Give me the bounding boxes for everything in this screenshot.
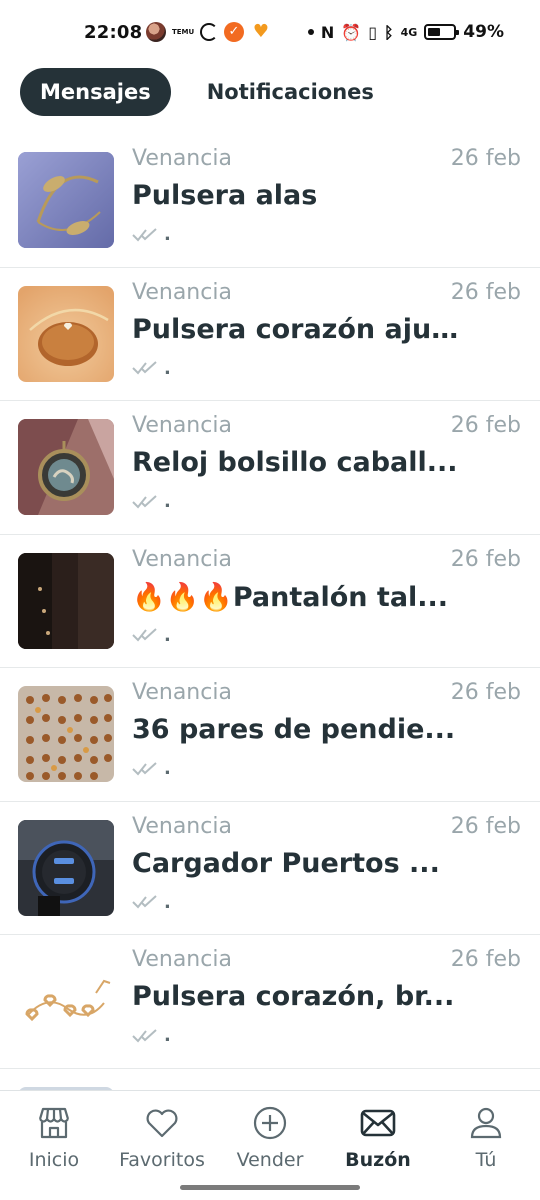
plus-circle-icon bbox=[253, 1106, 287, 1140]
nav-item-tu[interactable]: Tú bbox=[432, 1103, 540, 1171]
status-system-icons: N ⏰ ▯ ᛒ 4G 49% bbox=[307, 22, 504, 42]
store-icon bbox=[38, 1107, 70, 1139]
double-check-icon bbox=[132, 1028, 157, 1042]
status-notification-icons: TEMU ✓ ♥ bbox=[146, 22, 272, 42]
message-status: . bbox=[132, 625, 171, 646]
heart-icon bbox=[146, 1109, 178, 1138]
nav-label-buzon: Buzón bbox=[345, 1149, 411, 1171]
conversation-row[interactable]: Venancia 26 feb 🔥🔥🔥Pantalón tal... . bbox=[0, 535, 540, 668]
alarm-icon: ⏰ bbox=[341, 22, 362, 42]
envelope-icon bbox=[360, 1109, 396, 1137]
message-preview: . bbox=[164, 758, 171, 779]
conversation-list[interactable]: Venancia 26 feb Pulsera alas . Venancia … bbox=[0, 134, 540, 1090]
battery-percent: 49% bbox=[463, 22, 504, 42]
inbox-tabs: Mensajes Notificaciones bbox=[20, 68, 394, 116]
double-check-icon bbox=[132, 227, 157, 241]
message-preview: . bbox=[164, 624, 171, 646]
item-title: Pulsera corazón, br... bbox=[132, 981, 455, 1012]
temu-app-icon: TEMU bbox=[172, 28, 195, 36]
sender-name: Venancia bbox=[132, 546, 232, 572]
item-title: 36 pares de pendie... bbox=[132, 714, 456, 745]
nav-label-favoritos: Favoritos bbox=[119, 1149, 205, 1171]
message-date: 26 feb bbox=[450, 279, 521, 305]
message-status: . bbox=[132, 758, 171, 779]
double-check-icon bbox=[132, 361, 157, 375]
message-status: . bbox=[132, 892, 171, 913]
battery-icon bbox=[424, 24, 460, 40]
conversation-row[interactable]: Venancia 26 feb Pulsera corazón, br... . bbox=[0, 935, 540, 1069]
sync-icon bbox=[200, 23, 218, 41]
message-preview: . bbox=[164, 891, 171, 913]
nav-item-inicio[interactable]: Inicio bbox=[0, 1103, 108, 1171]
conversation-row[interactable]: Venancia 26 feb Pulsera alas . bbox=[0, 134, 540, 268]
vibrate-icon: ▯ bbox=[368, 22, 377, 42]
double-check-icon bbox=[132, 628, 157, 642]
nav-item-favoritos[interactable]: Favoritos bbox=[108, 1103, 216, 1171]
sender-name: Venancia bbox=[132, 279, 232, 305]
conversation-row[interactable]: Venancia 26 feb Reloj bolsillo caball...… bbox=[0, 401, 540, 535]
contact-avatar-icon bbox=[146, 22, 166, 42]
item-title: Pulsera corazón aju... bbox=[132, 313, 462, 345]
nfc-icon: N bbox=[320, 22, 335, 42]
heart-chain-bracelet-photo bbox=[18, 953, 114, 1049]
status-time: 22:08 bbox=[84, 22, 143, 43]
bracelet-wings-photo bbox=[18, 152, 114, 248]
sender-name: Venancia bbox=[132, 146, 232, 171]
item-title: Pulsera alas bbox=[132, 180, 318, 211]
status-bar: 22:08 TEMU ✓ ♥ N ⏰ ▯ ᛒ 4G 49% bbox=[0, 0, 540, 68]
message-status: . bbox=[132, 224, 171, 245]
bottom-navigation: Inicio Favoritos Vender Buzón Tú bbox=[0, 1090, 540, 1200]
check-badge-icon: ✓ bbox=[224, 22, 244, 42]
heart-bracelet-photo bbox=[18, 285, 114, 382]
message-date: 26 feb bbox=[450, 546, 521, 572]
message-status: . bbox=[132, 1025, 171, 1046]
nav-label-tu: Tú bbox=[475, 1149, 497, 1171]
conversation-row[interactable]: Venancia 26 feb Cargador Puertos ... . bbox=[0, 802, 540, 935]
earrings-photo bbox=[18, 686, 114, 782]
orange-heart-app-icon: ♥ bbox=[252, 21, 270, 42]
conversation-row-partial[interactable] bbox=[0, 1069, 540, 1090]
item-title: 🔥🔥🔥Pantalón tal... bbox=[132, 581, 449, 613]
sender-name: Venancia bbox=[132, 680, 232, 705]
message-preview: . bbox=[164, 357, 171, 379]
message-date: 26 feb bbox=[450, 146, 521, 171]
user-icon bbox=[470, 1107, 502, 1139]
double-check-icon bbox=[132, 761, 157, 775]
conversation-row[interactable]: Venancia 26 feb 36 pares de pendie... . bbox=[0, 668, 540, 802]
message-preview: . bbox=[164, 1025, 171, 1046]
pocket-watch-photo bbox=[18, 419, 114, 515]
message-status: . bbox=[132, 491, 171, 512]
signal-icon: 4G bbox=[400, 25, 418, 39]
nav-item-buzon[interactable]: Buzón bbox=[324, 1103, 432, 1171]
nav-label-inicio: Inicio bbox=[28, 1149, 80, 1171]
double-check-icon bbox=[132, 895, 157, 909]
sender-name: Venancia bbox=[132, 813, 232, 839]
bluetooth-icon: ᛒ bbox=[384, 22, 394, 42]
double-check-icon bbox=[132, 494, 157, 508]
sender-name: Venancia bbox=[132, 413, 232, 438]
item-title: Reloj bolsillo caball... bbox=[132, 447, 458, 478]
tab-notifications[interactable]: Notificaciones bbox=[187, 68, 394, 116]
message-date: 26 feb bbox=[450, 413, 521, 438]
car-charger-photo bbox=[18, 819, 114, 916]
trousers-photo bbox=[18, 552, 114, 649]
message-date: 26 feb bbox=[450, 947, 521, 972]
message-date: 26 feb bbox=[450, 680, 521, 705]
nav-label-vender: Vender bbox=[236, 1149, 304, 1171]
message-date: 26 feb bbox=[450, 813, 521, 839]
conversation-row[interactable]: Venancia 26 feb Pulsera corazón aju... . bbox=[0, 268, 540, 401]
sender-name: Venancia bbox=[132, 947, 232, 972]
tab-messages[interactable]: Mensajes bbox=[20, 68, 171, 116]
nav-item-vender[interactable]: Vender bbox=[216, 1103, 324, 1171]
message-preview: . bbox=[164, 224, 171, 245]
home-indicator[interactable] bbox=[180, 1185, 360, 1190]
message-preview: . bbox=[164, 491, 171, 512]
dot-icon bbox=[307, 29, 314, 35]
message-status: . bbox=[132, 358, 171, 379]
item-title: Cargador Puertos ... bbox=[132, 847, 440, 879]
